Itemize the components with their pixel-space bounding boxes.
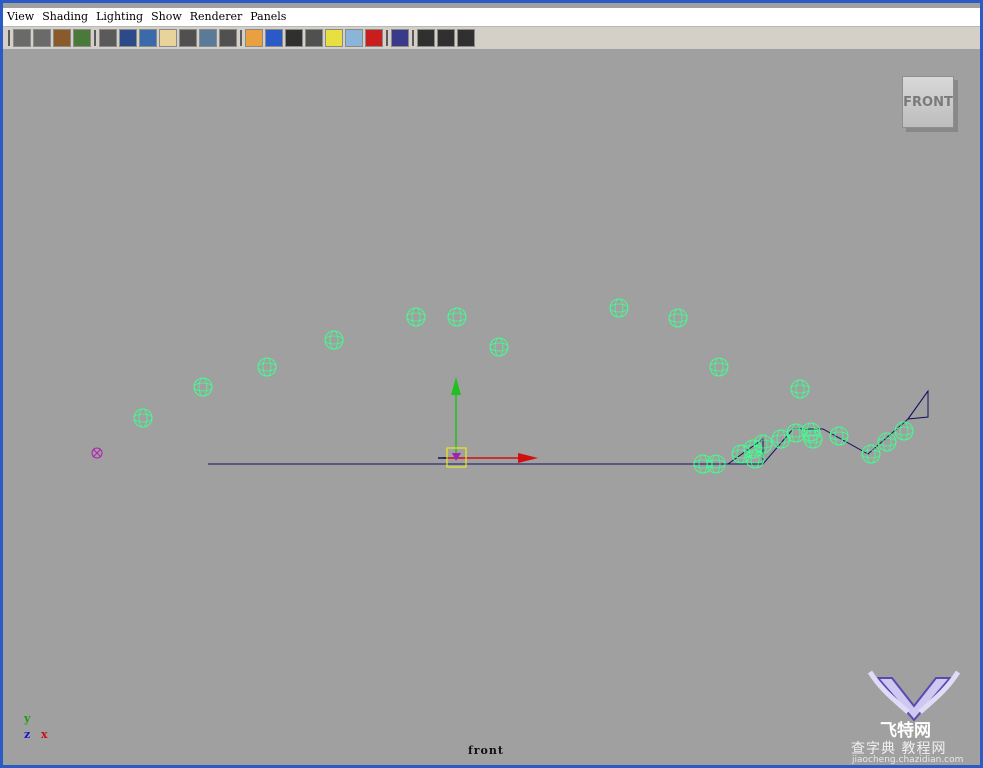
ball-wireframe[interactable] [709, 357, 729, 377]
move-manipulator[interactable] [438, 377, 538, 468]
menu-view[interactable]: View [3, 8, 38, 26]
smooth-shade-icon[interactable] [265, 29, 283, 47]
camera-attributes-icon[interactable] [33, 29, 51, 47]
toolbar-separator [8, 30, 10, 46]
resolution-gate-icon[interactable] [139, 29, 157, 47]
bounding-box-icon[interactable] [305, 29, 323, 47]
scene-canvas[interactable] [3, 49, 980, 765]
ball-wireframe[interactable] [324, 330, 344, 350]
watermark-site-url: jiaocheng.chazidian.com [852, 755, 964, 765]
ball-wireframe[interactable] [803, 429, 823, 449]
menu-shading[interactable]: Shading [38, 8, 92, 26]
gate-mask-icon[interactable] [159, 29, 177, 47]
grid-icon[interactable] [99, 29, 117, 47]
view-cube[interactable]: FRONT [902, 76, 954, 128]
axis-indicator-x: x [41, 728, 48, 741]
isolate-select-icon[interactable] [365, 29, 383, 47]
safe-title-icon[interactable] [219, 29, 237, 47]
image-plane-icon[interactable] [73, 29, 91, 47]
safe-action-icon[interactable] [199, 29, 217, 47]
pivot-icon [452, 453, 461, 461]
panel-toolbar [3, 27, 980, 49]
wireframe-on-shaded-icon[interactable] [417, 29, 435, 47]
bookmark-icon[interactable] [53, 29, 71, 47]
ball-wireframe[interactable] [193, 377, 213, 397]
viewport-3d[interactable] [3, 49, 980, 765]
ball-wireframe[interactable] [861, 444, 881, 464]
xray-icon[interactable] [345, 29, 363, 47]
ball-wireframe[interactable] [257, 357, 277, 377]
toolbar-separator [240, 30, 242, 46]
view-cube-label: FRONT [903, 94, 953, 110]
panel-menu-bar: View Shading Lighting Show Renderer Pane… [3, 8, 980, 27]
menu-renderer[interactable]: Renderer [186, 8, 246, 26]
use-default-light-icon[interactable] [325, 29, 343, 47]
flat-shade-icon[interactable] [285, 29, 303, 47]
locator-icon[interactable] [91, 447, 103, 459]
hud-icon[interactable] [457, 29, 475, 47]
camera-frustum-icon[interactable] [906, 389, 929, 420]
camera-select-icon[interactable] [13, 29, 31, 47]
ball-wireframe[interactable] [829, 426, 849, 446]
field-chart-icon[interactable] [179, 29, 197, 47]
wireframe-icon[interactable] [245, 29, 263, 47]
ball-wireframe[interactable] [406, 307, 426, 327]
axis-indicator-y: y [24, 712, 31, 725]
menu-lighting[interactable]: Lighting [92, 8, 147, 26]
axis-indicator-z: z [24, 728, 31, 741]
frame-selection-icon[interactable] [391, 29, 409, 47]
toolbar-separator [386, 30, 388, 46]
ball-wireframe[interactable] [877, 432, 897, 452]
ball-wireframe[interactable] [447, 307, 467, 327]
ball-trail[interactable] [133, 298, 914, 474]
film-gate-icon[interactable] [119, 29, 137, 47]
ball-wireframe[interactable] [609, 298, 629, 318]
ball-wireframe[interactable] [489, 337, 509, 357]
menu-show[interactable]: Show [147, 8, 186, 26]
ball-wireframe[interactable] [668, 308, 688, 328]
x-axis-arrow-icon [518, 453, 538, 463]
toolbar-separator [94, 30, 96, 46]
ball-wireframe[interactable] [894, 421, 914, 441]
ball-wireframe[interactable] [790, 379, 810, 399]
y-axis-arrow-icon [451, 377, 461, 395]
textured-icon[interactable] [437, 29, 455, 47]
toolbar-separator [412, 30, 414, 46]
camera-name-label: front [468, 744, 504, 757]
menu-panels[interactable]: Panels [246, 8, 290, 26]
ball-wireframe[interactable] [133, 408, 153, 428]
